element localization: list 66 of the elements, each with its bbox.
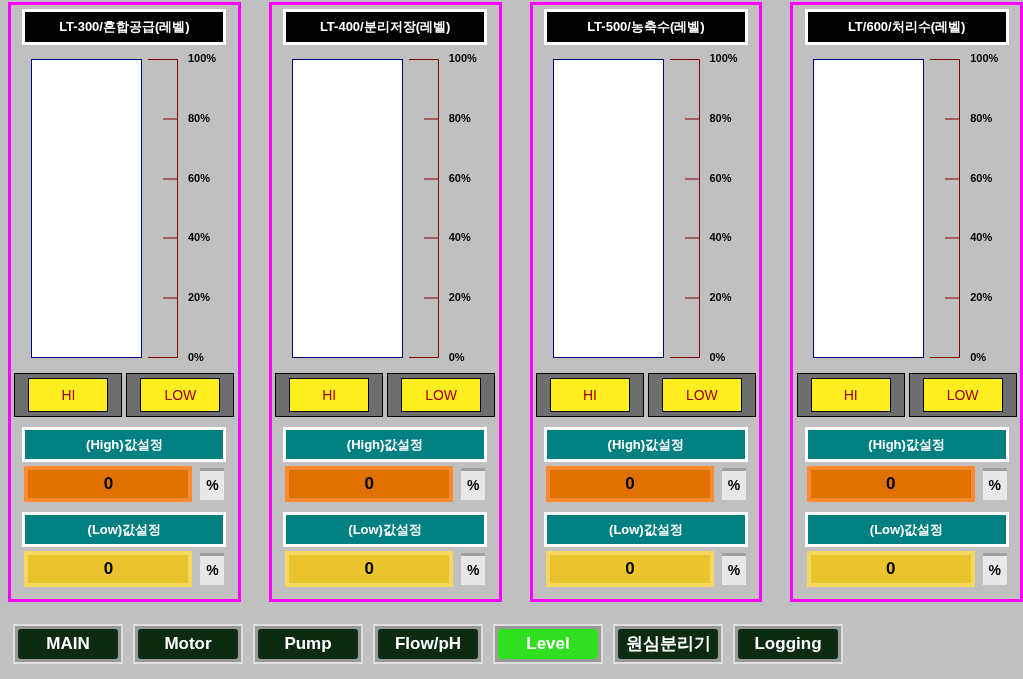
setpoint-label: (High)값설정 xyxy=(804,427,1009,462)
setpoint-field[interactable]: 0 xyxy=(545,551,714,587)
unit-label: % xyxy=(461,468,486,500)
scale-label: 60% xyxy=(970,172,994,184)
setpoint-field[interactable]: 0 xyxy=(806,466,975,502)
nav-button[interactable]: 원심분리기 xyxy=(618,629,718,659)
alarm-button[interactable]: HI xyxy=(28,378,109,412)
setpoint-label: (Low)값설정 xyxy=(22,512,227,547)
scale-label: 100% xyxy=(188,53,217,64)
nav-button[interactable]: Pump xyxy=(258,629,358,659)
unit-label: % xyxy=(200,468,225,500)
setpoint-field[interactable]: 0 xyxy=(806,551,975,587)
alarm-button[interactable]: HI xyxy=(289,378,370,412)
tank-title: LT-400/분리저장(레벨) xyxy=(283,9,488,45)
unit-label: % xyxy=(461,553,486,585)
tank-title: LT-500/농축수(레벨) xyxy=(543,9,748,45)
scale-label: 20% xyxy=(448,292,472,304)
setpoint-field[interactable]: 0 xyxy=(285,466,454,502)
nav-button[interactable]: MAIN xyxy=(18,629,118,659)
alarm-button[interactable]: HI xyxy=(549,378,630,412)
nav-button[interactable]: Flow/pH xyxy=(378,629,478,659)
scale-label: 20% xyxy=(188,292,212,304)
setpoint-field[interactable]: 0 xyxy=(285,551,454,587)
scale-label: 0% xyxy=(188,352,205,363)
setpoint-label: (Low)값설정 xyxy=(543,512,748,547)
unit-label: % xyxy=(721,553,746,585)
scale-label: 40% xyxy=(970,232,994,244)
setpoint-field[interactable]: 0 xyxy=(24,466,193,502)
alarm-button[interactable]: LOW xyxy=(140,378,221,412)
scale-label: 80% xyxy=(709,112,733,124)
scale-label: 40% xyxy=(709,232,733,244)
setpoint-field[interactable]: 0 xyxy=(545,466,714,502)
scale-label: 40% xyxy=(448,232,472,244)
alarm-button[interactable]: LOW xyxy=(401,378,482,412)
scale-label: 20% xyxy=(709,292,733,304)
alarm-button[interactable]: LOW xyxy=(661,378,742,412)
scale-label: 40% xyxy=(188,232,212,244)
scale-label: 0% xyxy=(709,352,727,363)
nav-button[interactable]: Logging xyxy=(738,629,838,659)
unit-label: % xyxy=(721,468,746,500)
unit-label: % xyxy=(982,468,1007,500)
scale-label: 80% xyxy=(448,112,472,124)
scale-label: 100% xyxy=(709,53,738,64)
setpoint-label: (High)값설정 xyxy=(283,427,488,462)
scale-label: 60% xyxy=(448,172,472,184)
scale-label: 0% xyxy=(970,352,988,363)
scale-label: 100% xyxy=(448,53,477,64)
setpoint-label: (Low)값설정 xyxy=(804,512,1009,547)
tank-title: LT-300/혼합공급(레벨) xyxy=(22,9,227,45)
scale-label: 60% xyxy=(188,172,212,184)
scale-label: 80% xyxy=(970,112,994,124)
setpoint-label: (High)값설정 xyxy=(543,427,748,462)
alarm-button[interactable]: LOW xyxy=(922,378,1003,412)
scale-label: 0% xyxy=(448,352,466,363)
tank-title: LT/600/처리수(레벨) xyxy=(804,9,1009,45)
scale-label: 60% xyxy=(709,172,733,184)
setpoint-label: (Low)값설정 xyxy=(283,512,488,547)
scale-label: 100% xyxy=(970,53,999,64)
setpoint-field[interactable]: 0 xyxy=(24,551,193,587)
unit-label: % xyxy=(982,553,1007,585)
nav-button[interactable]: Motor xyxy=(138,629,238,659)
unit-label: % xyxy=(200,553,225,585)
scale-label: 20% xyxy=(970,292,994,304)
alarm-button[interactable]: HI xyxy=(810,378,891,412)
setpoint-label: (High)값설정 xyxy=(22,427,227,462)
scale-label: 80% xyxy=(188,112,212,124)
